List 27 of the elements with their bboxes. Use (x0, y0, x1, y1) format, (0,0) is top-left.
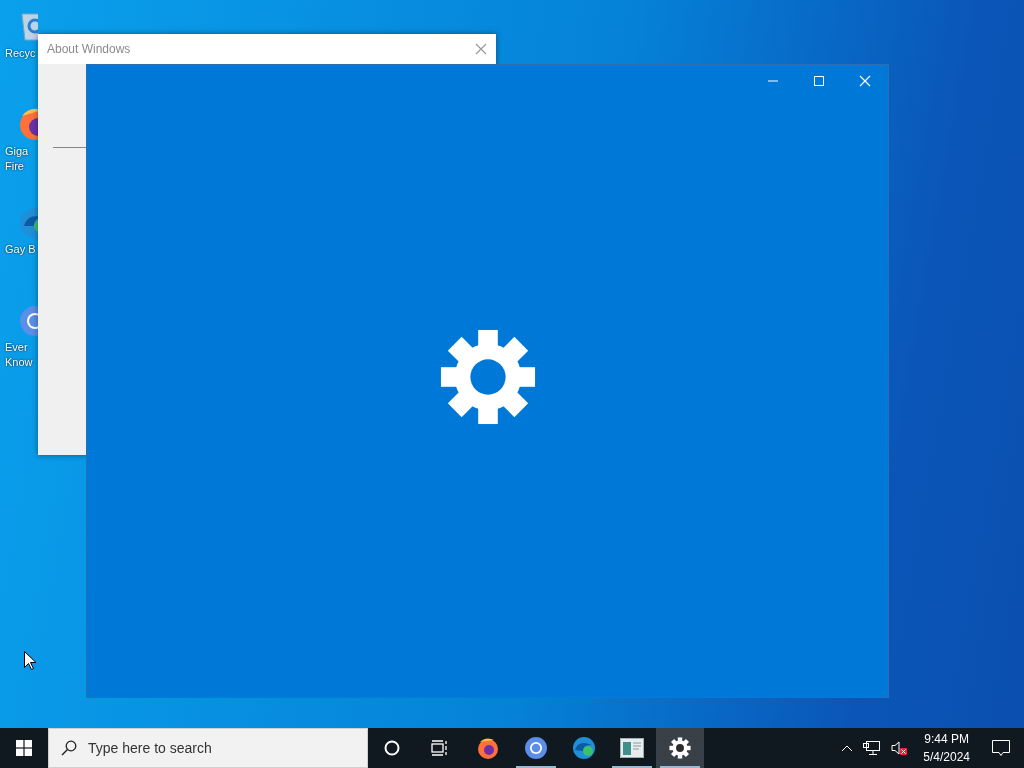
icon-label: Recyc (5, 46, 36, 61)
search-field[interactable]: Type here to search (48, 728, 368, 768)
gear-icon (438, 328, 537, 426)
speaker-icon[interactable] (891, 741, 908, 755)
window-title: About Windows (47, 42, 131, 56)
speech-bubble-icon (992, 740, 1010, 756)
gear-icon (669, 737, 691, 759)
circle-icon (384, 740, 400, 756)
fox-icon (476, 736, 500, 760)
window-icon (620, 738, 644, 758)
taskbar-button[interactable] (656, 728, 704, 768)
icon-label: Giga (5, 144, 29, 159)
windows-logo-icon (16, 740, 32, 756)
maximize-icon (813, 75, 825, 87)
icon-label: Ever (5, 340, 28, 355)
cursor-icon (24, 651, 36, 670)
wave-icon (572, 736, 596, 760)
task-view-icon (431, 740, 449, 756)
ring-icon (524, 736, 548, 760)
icon-label: Gay B (5, 242, 36, 257)
network-icon[interactable] (863, 741, 882, 755)
close-icon[interactable] (475, 43, 487, 55)
close-icon (859, 75, 871, 87)
chevron-up-icon[interactable] (841, 744, 854, 752)
search-icon (61, 740, 77, 756)
icon-label: Know (5, 355, 33, 370)
icon-label: Fire (5, 159, 24, 174)
